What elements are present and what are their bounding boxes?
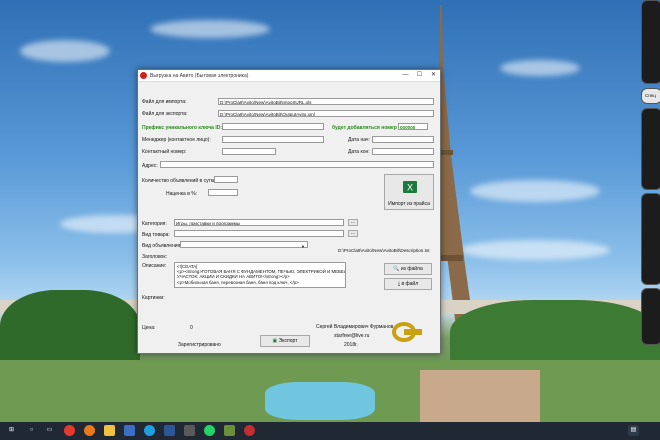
date-end-label: Дата кон: [348,149,370,155]
maximize-button[interactable]: ☐ [413,70,426,81]
explorer-icon[interactable] [104,425,115,436]
export-file-label: Файл для экспорта: [142,111,188,117]
ads-per-day-label: Количество объявлений в сутки: [142,178,218,184]
address-label: Адрес: [142,163,158,169]
category-field[interactable]: Игры, приставки и программы [174,219,344,226]
app-icon[interactable] [224,425,235,436]
skype-icon[interactable] [144,425,155,436]
author-name: Сергей Владимирович Фурманов [316,324,394,330]
pictures-label: Картинки: [142,295,165,301]
phone-label: Контактный номер: [142,149,187,155]
word-icon[interactable] [164,425,175,436]
excel-icon: X [403,181,417,193]
app-icon [140,72,147,79]
search-icon[interactable]: ○ [26,425,37,436]
cloud [20,40,110,62]
walkway [420,370,540,422]
cloud [500,60,580,76]
import-from-price-button[interactable]: X Импорт из прайса [384,174,434,210]
to-file-label: в файл [401,281,419,287]
number-field[interactable]: 000000 [398,123,428,130]
task-view-icon[interactable]: ▭ [44,425,55,436]
taskbar: ⊞ ○ ▭ ▤ [0,422,660,440]
phone-field[interactable] [222,148,276,155]
excel-export-icon: ▣ [272,338,278,344]
fountain-pool [265,382,375,420]
import-file-field[interactable]: D:\ProCla9\Avito\New\AvitoBit\ImportURL.… [218,98,434,105]
ad-type-select[interactable] [180,241,308,248]
cloud [460,240,610,260]
network-icon[interactable] [184,425,195,436]
notification-icon[interactable]: ▤ [628,425,639,436]
window-title: Выгрузка на Авито (Бытовая электроника) [150,73,249,79]
side-widget[interactable]: Спец [641,88,660,104]
cloud [150,20,270,38]
manager-field[interactable] [222,136,324,143]
import-file-label: Файл для импорта: [142,99,187,105]
date-start-label: Дата нач: [348,137,370,143]
search-icon: 🔍 [393,266,400,272]
heading-label: Заголовок: [142,254,167,260]
minimize-button[interactable]: — [399,70,412,81]
ads-per-day-field[interactable] [214,176,238,183]
title-bar[interactable]: Выгрузка на Авито (Бытовая электроника) … [138,70,440,82]
goods-type-label: Вид товара: [142,232,170,238]
description-line: <p>Мобильная баня, перевозная баня, баня… [177,279,299,285]
price-value: 0 [190,325,193,331]
number-label: будет добавляться номер [332,125,397,131]
category-browse-button[interactable]: ... [348,219,358,226]
import-from-price-label: Импорт из прайса [388,201,430,207]
prefix-field[interactable] [222,123,324,130]
side-gadget [641,193,660,285]
to-file-button[interactable]: ⤓ в файл [384,278,432,290]
from-file-label: из файла [400,266,423,272]
yandex-browser-icon[interactable] [64,425,75,436]
address-field[interactable] [160,161,434,168]
windows-start-icon[interactable]: ⊞ [6,425,17,436]
category-label: Категория: [142,221,167,227]
description-textarea[interactable]: <![CDATA[ <p><strong>ГОТОВАЯ БАНЯ С ФУНД… [174,262,346,288]
date-end-field[interactable] [372,148,434,155]
from-file-button[interactable]: 🔍 из файла [384,263,432,275]
cloud [470,180,600,202]
description-path: D:\ProCla9\Avito\New\AvitoBit\Descriptio… [338,248,430,253]
export-button[interactable]: ▣ Экспорт [260,335,310,347]
export-file-field[interactable]: D:\ProCla9\Avito\New\AvitoBit\OutputAvit… [218,110,434,117]
save-arrow-icon: ⤓ [397,281,401,287]
whatsapp-icon[interactable] [204,425,215,436]
media-icon[interactable] [244,425,255,436]
markup-field[interactable] [208,189,238,196]
date-start-field[interactable] [372,136,434,143]
close-button[interactable]: ✕ [427,70,440,81]
side-widget-label: Спец [645,93,656,98]
markup-label: Наценка в %: [166,191,198,197]
author-email: starfree@live.ru [334,333,370,339]
svg-text:X: X [407,183,413,193]
ad-type-label: Вид объявления: [142,243,182,249]
author-year: 2018г. [344,342,358,348]
goods-type-field[interactable] [174,230,344,237]
price-label: Цена: [142,325,156,331]
prefix-label: Префикс уникального ключа ID: [142,125,222,131]
description-label: Описание: [142,263,167,269]
firefox-icon[interactable] [84,425,95,436]
side-gadget [641,108,660,190]
app-window: Выгрузка на Авито (Бытовая электроника) … [137,69,441,354]
file-manager-icon[interactable] [124,425,135,436]
chevron-down-icon[interactable]: ▼ [301,244,305,249]
side-gadget [641,0,660,84]
manager-label: Менеджер (контактное лицо): [142,137,211,143]
goods-type-browse-button[interactable]: ... [348,230,358,237]
side-gadget [641,288,660,345]
logo-icon [392,322,422,342]
export-label: Экспорт [278,338,298,344]
registered-label: Зарегистрировано [178,342,221,348]
